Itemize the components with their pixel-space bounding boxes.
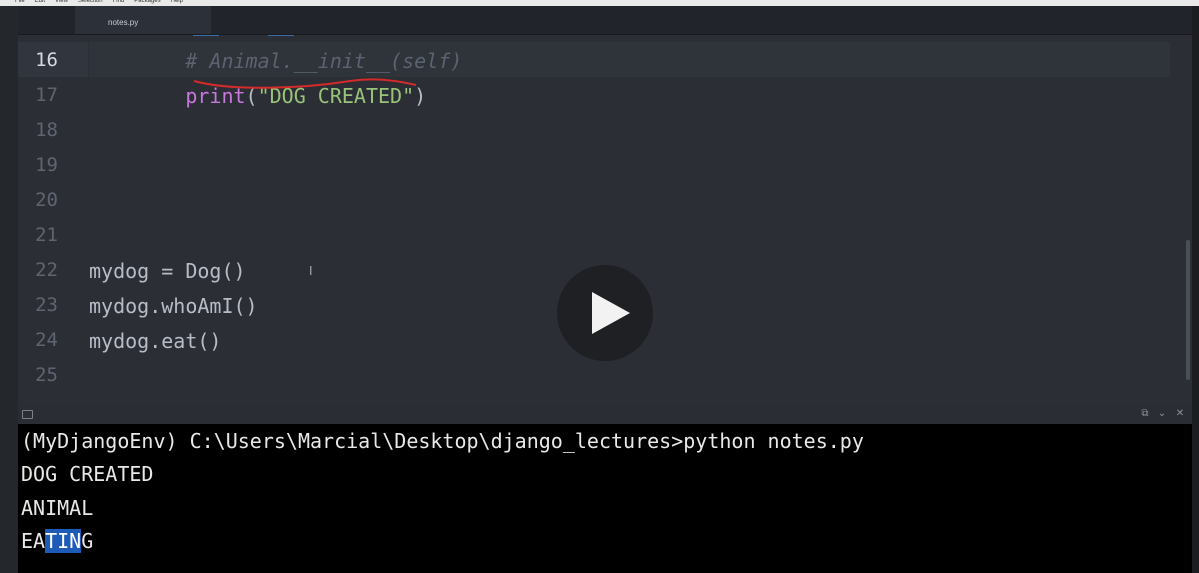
line-number: 23	[35, 294, 58, 316]
line-number: 18	[35, 119, 58, 141]
line-gutter: 23	[18, 287, 88, 322]
menu-item-edit[interactable]: Edit	[35, 0, 45, 5]
line-gutter: 18	[18, 112, 88, 147]
line-number: 17	[35, 84, 58, 106]
tab-bar: notes.py	[18, 6, 1199, 35]
scrollbar-thumb[interactable]	[1186, 240, 1190, 380]
terminal-output-line: EATING	[21, 529, 93, 553]
menu-item-packages[interactable]: Packages	[134, 0, 160, 5]
code-line[interactable]: 20	[18, 182, 1190, 217]
tab-label: notes.py	[108, 18, 139, 27]
code-text: mydog = Dog()	[89, 259, 246, 283]
code-text: mydog.eat()	[89, 329, 221, 353]
terminal-panel-icon	[22, 410, 33, 419]
play-button[interactable]	[557, 265, 653, 361]
code-line[interactable]: 18	[18, 112, 1190, 147]
code-line[interactable]: 16 # Animal.__init__(self)	[18, 42, 1190, 77]
partial-line-highlight	[193, 35, 219, 36]
menu-item-selection[interactable]: Selection	[78, 0, 103, 5]
terminal-prompt-line: (MyDjangoEnv) C:\Users\Marcial\Desktop\d…	[21, 429, 864, 453]
menu-items: File Edit View Selection Find Packages Help	[15, 0, 183, 5]
partial-line-26	[89, 397, 113, 404]
output-text: EA	[21, 529, 46, 553]
line-gutter: 16	[18, 42, 88, 77]
text-cursor-icon: I	[309, 264, 313, 278]
code-line[interactable]: 21	[18, 217, 1190, 252]
menu-item-help[interactable]: Help	[171, 0, 183, 5]
line-gutter: 24	[18, 322, 88, 357]
menu-item-find[interactable]: Find	[113, 0, 125, 5]
line-number: 21	[35, 224, 58, 246]
line-gutter: 22	[18, 252, 88, 287]
partial-line-highlight	[268, 35, 294, 36]
terminal-panel-header: ⧉ ⌄ ✕	[18, 404, 1192, 424]
code-token: mydog.whoAmI()	[89, 294, 258, 318]
code-text: mydog.whoAmI()	[89, 294, 258, 318]
restore-icon[interactable]: ⧉	[1138, 407, 1152, 421]
window-edge	[1192, 6, 1199, 573]
chevron-down-icon[interactable]: ⌄	[1155, 407, 1169, 421]
close-icon[interactable]: ✕	[1173, 407, 1187, 421]
menu-item-file[interactable]: File	[15, 0, 25, 5]
terminal-output-line: DOG CREATED	[21, 462, 154, 486]
code-line[interactable]: 25	[18, 357, 1190, 392]
code-text: # Animal.__init__(self)	[89, 49, 462, 73]
line-number: 22	[35, 259, 58, 281]
text-selection: TIN	[45, 529, 82, 553]
editor-scrollbar[interactable]	[1170, 35, 1192, 404]
code-token: mydog.eat()	[89, 329, 222, 353]
terminal-output[interactable]: (MyDjangoEnv) C:\Users\Marcial\Desktop\d…	[18, 424, 1192, 573]
line-number: 25	[35, 364, 58, 386]
line-number: 16	[35, 49, 58, 71]
code-token: mydog = Dog()	[89, 259, 246, 283]
code-line[interactable]: 19	[18, 147, 1190, 182]
line-number: 20	[35, 189, 58, 211]
line-number: 19	[35, 154, 58, 176]
play-icon	[592, 292, 630, 334]
line-gutter: 21	[18, 217, 88, 252]
line-number: 24	[35, 329, 58, 351]
line-gutter: 25	[18, 357, 88, 392]
line-gutter: 19	[18, 147, 88, 182]
line-gutter: 20	[18, 182, 88, 217]
tab-notes-py[interactable]: notes.py	[75, 6, 211, 34]
terminal-output-line: ANIMAL	[21, 496, 94, 520]
line-gutter: 17	[18, 77, 88, 112]
red-underline-annotation	[193, 78, 417, 89]
menu-item-view[interactable]: View	[55, 0, 68, 5]
code-token: # Animal.__init__(self)	[185, 49, 463, 73]
left-dock-strip	[0, 6, 18, 573]
output-text: G	[81, 529, 94, 553]
